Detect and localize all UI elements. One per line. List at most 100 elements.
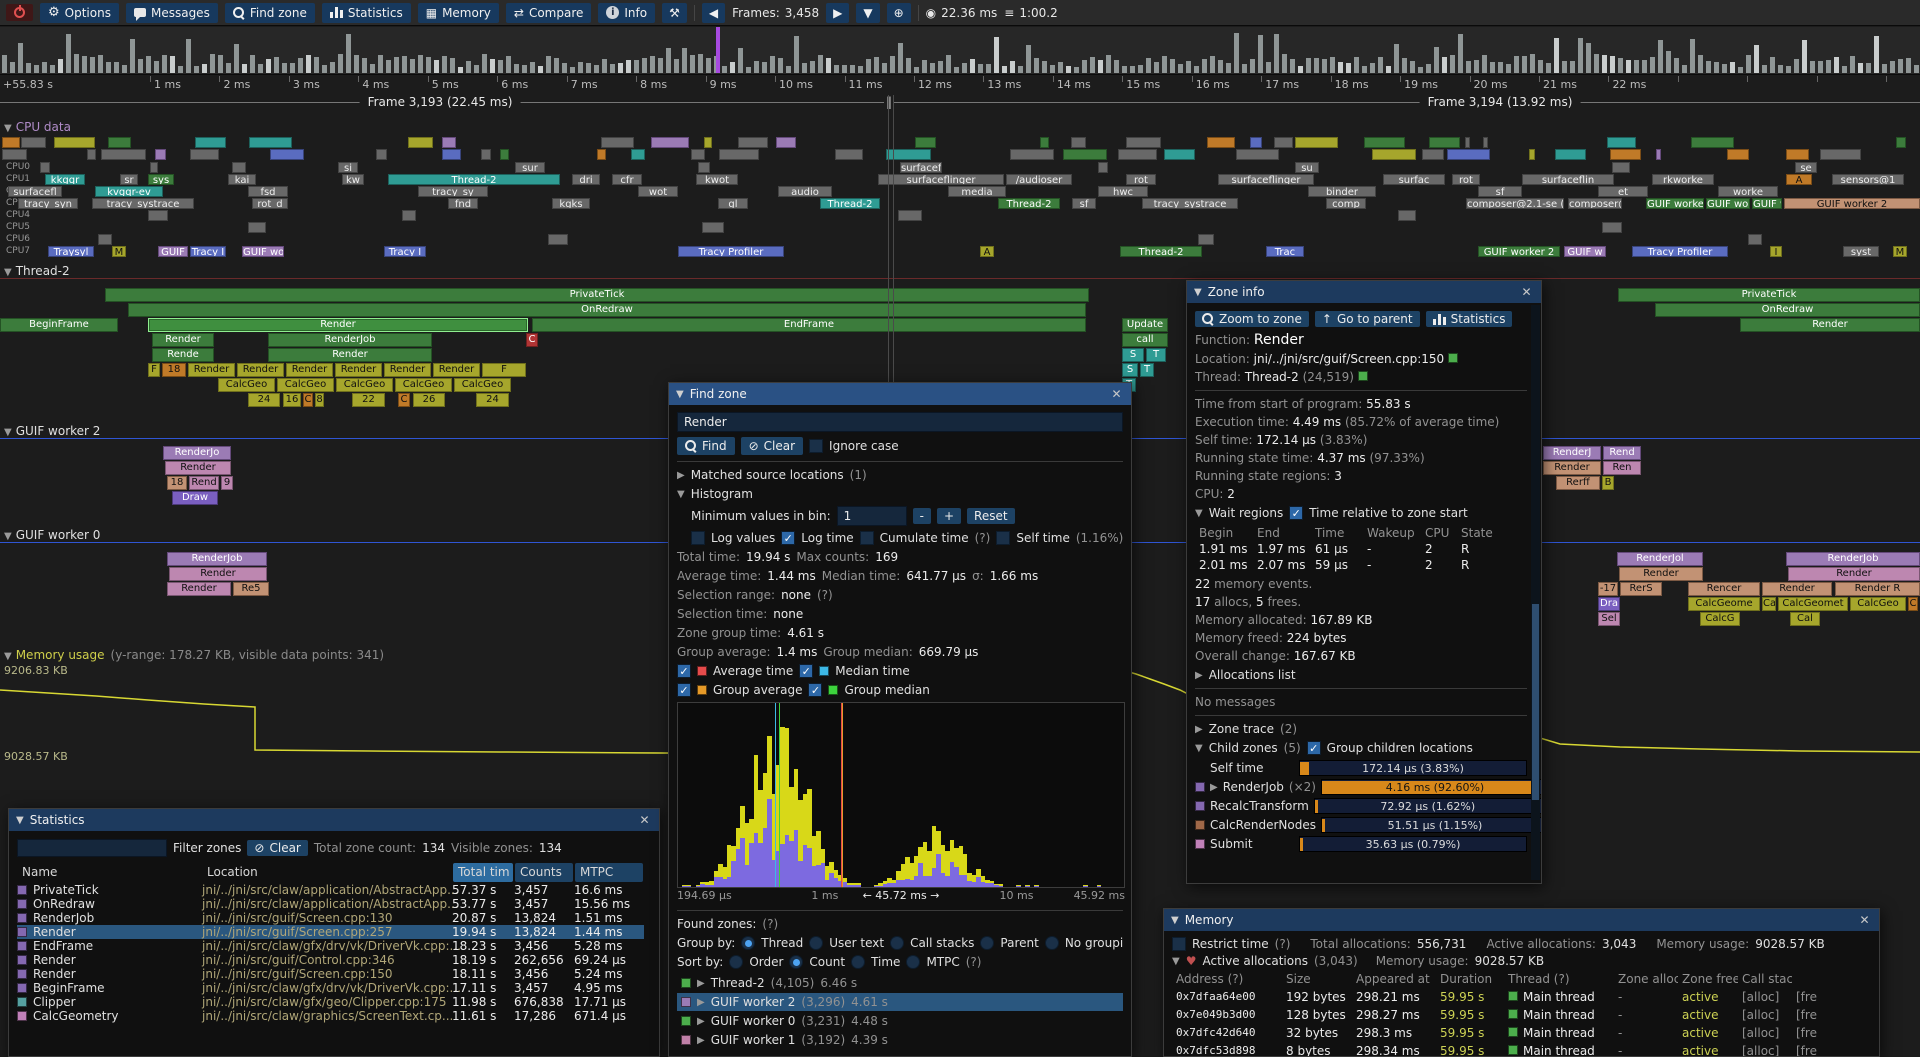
timeline-zone[interactable]: OnRedraw bbox=[128, 303, 1086, 317]
expand-icon[interactable]: ▶ bbox=[1195, 724, 1203, 735]
memory-usage-header[interactable]: ▼Memory usage(y-range: 178.27 KB, visibl… bbox=[4, 648, 384, 662]
timeline-zone[interactable]: A bbox=[1786, 174, 1812, 185]
allocation-address[interactable]: 0x7e049b3d00 bbox=[1172, 1007, 1282, 1025]
timeline-zone[interactable]: su bbox=[1295, 162, 1319, 173]
timeline-zone[interactable]: tracy_sy bbox=[418, 186, 488, 197]
timeline-zone[interactable] bbox=[597, 149, 606, 160]
timeline-zone[interactable] bbox=[738, 137, 768, 148]
timeline-zone[interactable]: CalcGeo bbox=[277, 378, 334, 392]
timeline-zone[interactable]: 16 bbox=[283, 393, 301, 407]
timeline-zone[interactable]: CalcGeome bbox=[1688, 597, 1760, 611]
timeline-zone[interactable]: GUIF worker 0 bbox=[1646, 198, 1704, 209]
column-header-duration[interactable]: Duration bbox=[1436, 971, 1504, 989]
radio-time[interactable] bbox=[851, 955, 865, 969]
timeline-zone[interactable] bbox=[1786, 149, 1809, 160]
timeline-zone[interactable]: hwc bbox=[1098, 186, 1148, 197]
timeline-zone[interactable]: 9 bbox=[221, 476, 233, 490]
statistics-titlebar[interactable]: ▼ Statistics ✕ bbox=[9, 809, 659, 831]
timeline-zone[interactable] bbox=[898, 210, 922, 221]
zone-info-titlebar[interactable]: ▼ Zone info ✕ bbox=[1187, 281, 1541, 303]
timeline-zone[interactable]: Render bbox=[433, 363, 480, 377]
timeline-zone[interactable]: Rende bbox=[152, 348, 214, 362]
timeline-zone[interactable] bbox=[1820, 149, 1861, 160]
timeline-zone[interactable]: 26 bbox=[413, 393, 445, 407]
timeline-zone[interactable] bbox=[1529, 149, 1535, 160]
timeline-zone[interactable]: kgks bbox=[552, 198, 590, 209]
column-header-address[interactable]: Address (?) bbox=[1172, 971, 1282, 989]
timeline-zone[interactable]: 24 bbox=[476, 393, 509, 407]
thread-value[interactable]: Thread-2 bbox=[1245, 370, 1299, 384]
restrict-time-checkbox[interactable] bbox=[1172, 937, 1186, 951]
frame-dropdown-button[interactable]: ▼ bbox=[856, 3, 879, 23]
timeline-zone[interactable]: Render bbox=[148, 318, 528, 332]
timeline-zone[interactable]: Render R bbox=[1835, 582, 1920, 596]
legend-checkbox[interactable]: ✓ bbox=[677, 664, 691, 678]
timeline-zone[interactable] bbox=[1691, 137, 1734, 148]
close-icon[interactable]: ✕ bbox=[637, 813, 652, 827]
timeline-zone[interactable]: M bbox=[1893, 246, 1907, 257]
timeline-zone[interactable] bbox=[1198, 234, 1214, 245]
timeline-zone[interactable]: rot bbox=[1126, 174, 1156, 185]
child-zone-row[interactable]: ▶RenderJob(×2)4.16 ms (92.60%) bbox=[1195, 779, 1527, 795]
column-header-zone-free[interactable]: Zone free bbox=[1678, 971, 1738, 989]
timeline-zone[interactable] bbox=[1126, 137, 1161, 148]
timeline-zone[interactable]: worke bbox=[1718, 186, 1778, 197]
expand-icon[interactable]: ▶ bbox=[1210, 782, 1218, 793]
collapse-icon[interactable]: ▼ bbox=[1195, 508, 1203, 519]
call-stack-free[interactable]: [fre bbox=[1792, 1025, 1850, 1043]
timeline-zone[interactable]: Tracy Profiler bbox=[678, 246, 784, 257]
timeline-zone[interactable] bbox=[1727, 149, 1749, 160]
timeline-zone[interactable] bbox=[1364, 137, 1405, 148]
timeline-zone[interactable]: kai bbox=[228, 174, 256, 185]
collapse-icon[interactable]: ▼ bbox=[677, 489, 685, 500]
timeline-zone[interactable]: PrivateTick bbox=[105, 288, 1089, 302]
timeline-zone[interactable] bbox=[54, 137, 95, 148]
call-stack-free[interactable]: [fre bbox=[1792, 1043, 1850, 1057]
timeline-zone[interactable]: surfaceflinger bbox=[1218, 174, 1314, 185]
timeline-zone[interactable] bbox=[1040, 137, 1049, 148]
timeline-zone[interactable]: RenderJo bbox=[163, 446, 231, 460]
timeline-zone[interactable]: Thread-2 bbox=[820, 198, 880, 209]
allocation-address[interactable]: 0x7dfc53d898 bbox=[1172, 1043, 1282, 1057]
timeline-zone[interactable]: 22 bbox=[352, 393, 385, 407]
timeline-zone[interactable] bbox=[148, 210, 168, 221]
timeline-zone[interactable]: syst bbox=[1843, 246, 1879, 257]
radio-user-text[interactable] bbox=[809, 936, 823, 950]
timeline-zone[interactable] bbox=[101, 149, 146, 160]
timeline-zone[interactable]: -17 bbox=[1598, 582, 1618, 596]
timeline-zone[interactable] bbox=[915, 137, 936, 148]
thread-header[interactable]: ▼GUIF worker 2 bbox=[4, 424, 100, 438]
timeline-zone[interactable] bbox=[376, 149, 387, 160]
timeline-zone[interactable]: C bbox=[526, 333, 538, 347]
timeline-zone[interactable]: kw bbox=[342, 174, 364, 185]
messages-button[interactable]: Messages bbox=[126, 3, 218, 23]
call-stack-alloc[interactable]: [alloc] bbox=[1738, 1007, 1792, 1025]
timeline-zone[interactable]: surfaceflinger bbox=[878, 174, 1004, 185]
timeline-zone[interactable]: 8 bbox=[315, 393, 324, 407]
timeline-zone[interactable] bbox=[548, 234, 568, 245]
timeline-zone[interactable]: composer@2.1-se (HW bbox=[1466, 198, 1564, 209]
timeline-zone[interactable]: GUIF bbox=[158, 246, 188, 257]
radio-count[interactable] bbox=[789, 955, 803, 969]
clear-filter-button[interactable]: ⊘Clear bbox=[247, 840, 307, 856]
timeline-zone[interactable] bbox=[776, 137, 796, 148]
column-header-zone-alloc[interactable]: Zone alloc bbox=[1614, 971, 1678, 989]
timeline-zone[interactable] bbox=[1656, 149, 1661, 160]
timeline-zone[interactable]: OnRedraw bbox=[1655, 303, 1920, 317]
timeline-zone[interactable]: Render bbox=[237, 363, 284, 377]
timeline-zone[interactable]: Render bbox=[286, 363, 333, 377]
call-stack-free[interactable]: [fre bbox=[1792, 1007, 1850, 1025]
timeline-zone[interactable]: rot_d bbox=[252, 198, 288, 209]
legend-checkbox[interactable]: ✓ bbox=[799, 664, 813, 678]
timeline-zone[interactable] bbox=[1295, 137, 1338, 148]
timeline-zone[interactable]: GUIF worke bbox=[1706, 198, 1750, 209]
option-checkbox-cumulate-time[interactable] bbox=[860, 531, 874, 545]
timeline-zone[interactable]: B bbox=[1602, 476, 1614, 490]
next-frame-button[interactable]: ▶ bbox=[826, 3, 849, 23]
timeline-zone[interactable] bbox=[704, 137, 712, 148]
timeline-zone[interactable]: kvgqr-ev bbox=[95, 186, 163, 197]
allocations-list-header[interactable]: ▶Allocations list bbox=[1195, 668, 1527, 682]
timeline-zone[interactable]: Render bbox=[169, 567, 267, 581]
timeline-zone[interactable]: composer@ bbox=[1568, 198, 1622, 209]
timeline-zone[interactable] bbox=[150, 162, 158, 173]
